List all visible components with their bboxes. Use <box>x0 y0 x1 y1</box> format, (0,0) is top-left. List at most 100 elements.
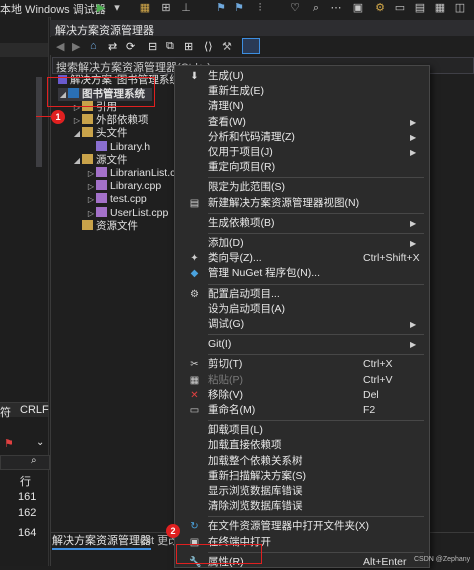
line-ending-label[interactable]: CRLF <box>20 404 49 416</box>
menu-item-30[interactable]: 加载整个依赖关系树 <box>174 454 428 469</box>
panel-icon[interactable]: ▤ <box>414 2 426 14</box>
layout-icon[interactable]: ▣ <box>352 2 364 14</box>
dropdown-icon[interactable]: ▾ <box>111 2 123 14</box>
menu-item-1[interactable]: 重新生成(E) <box>174 84 428 99</box>
menu-item-19[interactable]: 调试(G) ▶ <box>174 317 428 332</box>
line-column-header: 行 <box>20 476 31 488</box>
menu-item-24: ▦ 粘贴(P) Ctrl+V <box>174 373 428 388</box>
tree-item[interactable]: Library.h <box>86 140 150 154</box>
scrollbar[interactable] <box>36 77 42 167</box>
file-icon <box>96 193 107 204</box>
menu-item-14[interactable]: ✦ 类向导(Z)... Ctrl+Shift+X <box>174 251 428 266</box>
tree-item[interactable]: 资源文件 <box>72 219 138 233</box>
tree-item[interactable]: ◢ 源文件 <box>72 153 128 167</box>
window-icon[interactable]: ▭ <box>394 2 406 14</box>
menu-item-35[interactable]: ↻ 在文件资源管理器中打开文件夹(X) <box>174 519 428 534</box>
chevron-down-icon[interactable]: ⌄ <box>36 437 44 448</box>
bookmark-icon[interactable]: ⚑ <box>215 2 227 14</box>
settings-tool-icon[interactable]: ⚙ <box>374 2 386 14</box>
sync-icon[interactable]: ⟳ <box>126 40 135 53</box>
menu-item-5[interactable]: 仅用于项目(J) ▶ <box>174 145 428 160</box>
menu-item-2[interactable]: 清理(N) <box>174 99 428 114</box>
menu-item-17[interactable]: ⚙ 配置启动项目... <box>174 287 428 302</box>
menu-separator <box>208 233 424 234</box>
find-icon[interactable]: ⌕ <box>310 2 322 14</box>
tool-icon[interactable]: ▦ <box>139 2 151 14</box>
menu-item-label: 生成依赖项(B) <box>208 216 275 229</box>
bookmark-prev-icon[interactable]: ⚑ <box>233 2 245 14</box>
menu-item-3[interactable]: 查看(W) ▶ <box>174 115 428 130</box>
menu-item-31[interactable]: 重新扫描解决方案(S) <box>174 469 428 484</box>
code-icon[interactable]: ⟨⟩ <box>204 40 213 53</box>
switch-view-icon[interactable]: ⇄ <box>108 40 117 53</box>
menu-item-21[interactable]: Git(I) ▶ <box>174 337 428 352</box>
split-icon[interactable]: ⊞ <box>160 2 172 14</box>
menu-item-25[interactable]: ✕ 移除(V) Del <box>174 388 428 403</box>
menu-item-label: 设为启动项目(A) <box>208 302 285 315</box>
filter-box[interactable]: ⌕ <box>0 455 50 470</box>
solution-explorer-header: 解决方案资源管理器 <box>50 20 474 37</box>
collapse-icon[interactable]: ⊟ <box>148 40 157 53</box>
menu-item-26[interactable]: ▭ 重命名(M) F2 <box>174 403 428 418</box>
tree-item[interactable]: ▷ Library.cpp <box>86 180 161 193</box>
line-number: 162 <box>18 507 37 519</box>
forward-icon[interactable]: ▶ <box>72 40 80 53</box>
home-icon[interactable]: ⌂ <box>90 40 97 52</box>
show-all-icon[interactable]: ⧉ <box>166 40 174 53</box>
play-icon[interactable]: ▶ <box>95 2 107 14</box>
pane-icon[interactable]: ◫ <box>454 2 466 14</box>
properties-icon[interactable]: ⚒ <box>222 40 232 53</box>
menu-item-28[interactable]: 卸载项目(L) <box>174 423 428 438</box>
menu-item-18[interactable]: 设为启动项目(A) <box>174 302 428 317</box>
tree-item[interactable]: ◢ 头文件 <box>72 127 128 140</box>
error-icon[interactable]: ⚑ <box>4 437 14 450</box>
menu-separator <box>208 283 424 285</box>
menu-separator <box>208 516 424 518</box>
menu-item-label: 生成(U) <box>208 70 244 82</box>
menu-item-label: 粘贴(P) <box>208 373 243 386</box>
menu-item-32[interactable]: 显示浏览数据库错误 <box>174 484 428 499</box>
tree-item[interactable]: ▷ UserList.cpp <box>86 206 168 220</box>
debugger-target-label[interactable]: 本地 Windows 调试器 <box>0 1 106 17</box>
menu-item-15[interactable]: ◆ 管理 NuGet 程序包(N)... <box>174 266 428 281</box>
menu-item-11[interactable]: 生成依赖项(B) ▶ <box>174 216 428 231</box>
menu-item-33[interactable]: 清除浏览数据库错误 <box>174 499 428 514</box>
panel-title: 解决方案资源管理器 <box>55 25 154 37</box>
search-icon[interactable]: ⌕ <box>31 455 37 466</box>
new-view-icon: ▤ <box>189 197 200 209</box>
collapsed-icon[interactable]: ▷ <box>86 193 96 206</box>
refresh-icon[interactable]: ⊞ <box>184 40 193 53</box>
tab-solution-explorer[interactable]: 解决方案资源管理器 <box>52 534 151 550</box>
overflow-icon[interactable]: ⊥ <box>180 2 192 14</box>
class-wizard-icon: ✦ <box>190 253 199 265</box>
menu-item-4[interactable]: 分析和代码清理(Z) ▶ <box>174 130 428 145</box>
tree-item[interactable]: ▷ LibrarianList.cpp <box>86 167 187 180</box>
collapsed-icon[interactable]: ▷ <box>86 207 96 220</box>
editor-tab-bar <box>0 43 48 57</box>
menu-item-label: 卸载项目(L) <box>208 424 263 437</box>
comment-icon[interactable]: ⫶ <box>254 2 266 14</box>
expanded-icon[interactable]: ◢ <box>72 127 82 140</box>
menu-item-8[interactable]: 限定为此范围(S) <box>174 180 428 195</box>
heart-icon[interactable]: ♡ <box>289 2 301 14</box>
menu-item-6[interactable]: 重定向项目(R) <box>174 160 428 175</box>
collapsed-icon[interactable]: ▷ <box>86 180 96 193</box>
menu-item-label: 重新生成(E) <box>208 85 264 98</box>
menu-item-9[interactable]: ▤ 新建解决方案资源管理器视图(N) <box>174 196 428 211</box>
back-icon[interactable]: ◀ <box>56 40 64 53</box>
collapsed-icon[interactable]: ▷ <box>86 167 96 180</box>
expanded-icon[interactable]: ◢ <box>72 154 82 167</box>
tree-item[interactable]: ▷ test.cpp <box>86 193 147 206</box>
nuget-icon: ◆ <box>190 268 199 280</box>
menu-item-shortcut: F2 <box>363 404 376 416</box>
grid-icon[interactable]: ▦ <box>434 2 446 14</box>
file-icon <box>96 180 107 191</box>
preview-toggle-icon[interactable] <box>242 38 260 54</box>
menu-item-23[interactable]: ✂ 剪切(T) Ctrl+X <box>174 357 428 372</box>
more-icon[interactable]: ⋯ <box>330 2 342 14</box>
menu-item-0[interactable]: ⬇ 生成(U) <box>174 69 428 84</box>
menu-item-13[interactable]: 添加(D) ▶ <box>174 236 428 251</box>
menu-item-29[interactable]: 加载直接依赖项 <box>174 438 428 453</box>
tree-item[interactable]: ▷ 外部依赖项 <box>72 114 149 127</box>
collapsed-icon[interactable]: ▷ <box>72 114 82 127</box>
